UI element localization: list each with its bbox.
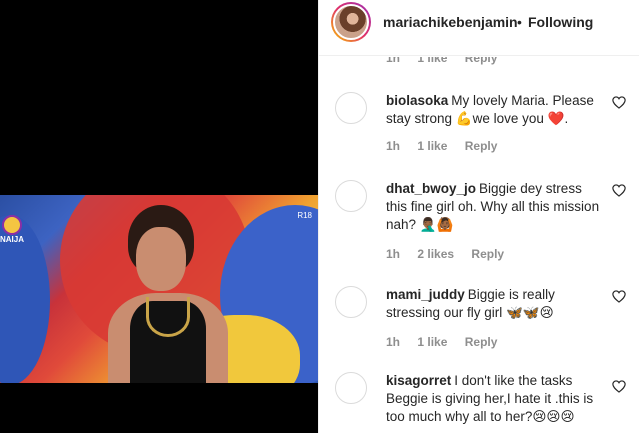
avatar[interactable]	[335, 372, 367, 404]
comment-meta: 1h 1 like Reply	[386, 139, 511, 153]
comment-username[interactable]: mami_juddy	[386, 287, 465, 302]
post-sidebar: mariachikebenjamin • Following 1h 1 like…	[318, 0, 639, 433]
post-header: mariachikebenjamin • Following	[319, 0, 639, 56]
heart-icon[interactable]	[612, 96, 626, 109]
comment-meta: 1h 2 likes Reply	[386, 247, 518, 261]
comment-likes[interactable]: 1 like	[417, 57, 447, 65]
reply-button[interactable]: Reply	[465, 57, 498, 65]
comment-time: 1h	[386, 139, 401, 153]
comment-likes[interactable]: 1 like	[417, 335, 447, 349]
comment-meta: 1h 1 like Reply	[386, 335, 511, 349]
comment-body: mami_juddy Biggie is really stressing our…	[386, 286, 602, 322]
comment-likes[interactable]: 1 like	[417, 139, 447, 153]
avatar[interactable]	[335, 286, 367, 318]
comment-body: kisagorret I don't like the tasks Beggie …	[386, 372, 602, 426]
heart-icon[interactable]	[612, 290, 626, 303]
comment-username[interactable]: dhat_bwoy_jo	[386, 181, 476, 196]
follow-button[interactable]: Following	[528, 14, 593, 30]
show-logo-text: NAIJA	[0, 235, 25, 244]
comment-body: dhat_bwoy_jo Biggie dey stress this fine …	[386, 180, 602, 234]
comment-meta: 1h 1 like Reply	[386, 57, 511, 65]
avatar[interactable]	[335, 92, 367, 124]
heart-icon[interactable]	[612, 184, 626, 197]
avatar[interactable]	[333, 4, 369, 40]
show-logo-icon	[2, 215, 22, 235]
story-ring[interactable]	[331, 2, 371, 42]
comment-body: biolasoka My lovely Maria. Please stay st…	[386, 92, 602, 128]
rating-badge: R18	[297, 211, 312, 220]
header-username[interactable]: mariachikebenjamin	[383, 14, 518, 30]
comment-time: 1h	[386, 247, 401, 261]
header-separator: •	[517, 14, 522, 30]
reply-button[interactable]: Reply	[471, 247, 504, 261]
person-chain	[146, 297, 190, 337]
post-media[interactable]: NAIJA R18	[0, 0, 318, 433]
comments-list[interactable]: 1h 1 like Reply biolasoka My lovely Maria…	[319, 57, 639, 433]
heart-icon[interactable]	[612, 380, 626, 393]
comment-username[interactable]: kisagorret	[386, 373, 451, 388]
person-face	[136, 227, 186, 291]
reply-button[interactable]: Reply	[465, 139, 498, 153]
comment-likes[interactable]: 2 likes	[417, 247, 454, 261]
person-figure	[108, 205, 228, 383]
comment-username[interactable]: biolasoka	[386, 93, 448, 108]
reply-button[interactable]: Reply	[465, 335, 498, 349]
avatar[interactable]	[335, 180, 367, 212]
tv-screenshot-image: NAIJA R18	[0, 195, 318, 383]
comment-time: 1h	[386, 335, 401, 349]
comment-time: 1h	[386, 57, 401, 65]
